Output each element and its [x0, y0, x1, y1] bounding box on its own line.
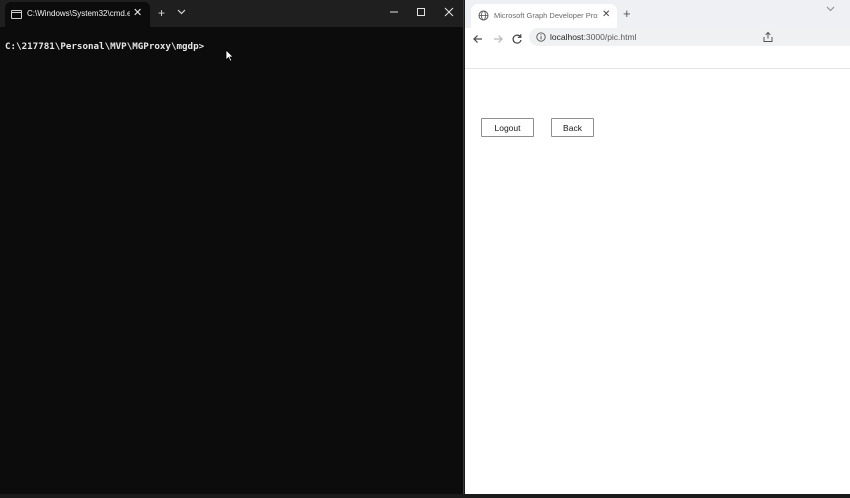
- logout-button[interactable]: Logout: [481, 118, 534, 137]
- terminal-tab-close-icon[interactable]: ✕: [133, 7, 142, 19]
- browser-toolbar: localhost:3000/pic.html: [465, 28, 850, 69]
- forward-arrow-icon[interactable]: [491, 32, 505, 46]
- browser-tab-title: Microsoft Graph Developer Proxy: [494, 11, 598, 20]
- share-icon[interactable]: [762, 31, 774, 43]
- minimize-icon[interactable]: [386, 5, 402, 19]
- terminal-titlebar[interactable]: C:\Windows\System32\cmd.e ✕ +: [0, 0, 463, 27]
- globe-icon: [478, 10, 489, 21]
- chevron-down-icon[interactable]: [177, 9, 186, 15]
- browser-tab-close-icon[interactable]: ✕: [602, 9, 610, 21]
- site-info-icon[interactable]: [536, 32, 546, 42]
- back-button[interactable]: Back: [551, 118, 594, 137]
- maximize-icon[interactable]: [413, 5, 429, 19]
- address-bar[interactable]: localhost:3000/pic.html: [529, 28, 850, 46]
- terminal-prompt[interactable]: C:\217781\Personal\MVP\MGProxy\mgdp>: [5, 41, 204, 52]
- mouse-cursor-icon: [225, 49, 234, 62]
- terminal-tab-title: C:\Windows\System32\cmd.e: [27, 9, 130, 18]
- close-window-icon[interactable]: [441, 5, 457, 19]
- terminal-new-tab-button[interactable]: +: [158, 6, 165, 20]
- address-url[interactable]: localhost:3000/pic.html: [550, 32, 636, 42]
- terminal-tab[interactable]: C:\Windows\System32\cmd.e ✕: [5, 2, 150, 27]
- terminal-icon: [11, 10, 22, 19]
- refresh-icon[interactable]: [510, 32, 524, 46]
- terminal-window[interactable]: C:\Windows\System32\cmd.e ✕ + C:\217781\…: [0, 0, 464, 494]
- address-host: localhost: [550, 32, 584, 42]
- address-path: :3000/pic.html: [583, 32, 637, 42]
- back-arrow-icon[interactable]: [471, 32, 485, 46]
- browser-new-tab-button[interactable]: +: [623, 7, 631, 21]
- chevron-down-icon[interactable]: [826, 6, 835, 12]
- browser-tabstrip: Microsoft Graph Developer Proxy ✕ +: [465, 0, 850, 28]
- browser-tab[interactable]: Microsoft Graph Developer Proxy ✕: [471, 4, 617, 28]
- browser-window[interactable]: Microsoft Graph Developer Proxy ✕ + loca…: [465, 0, 850, 494]
